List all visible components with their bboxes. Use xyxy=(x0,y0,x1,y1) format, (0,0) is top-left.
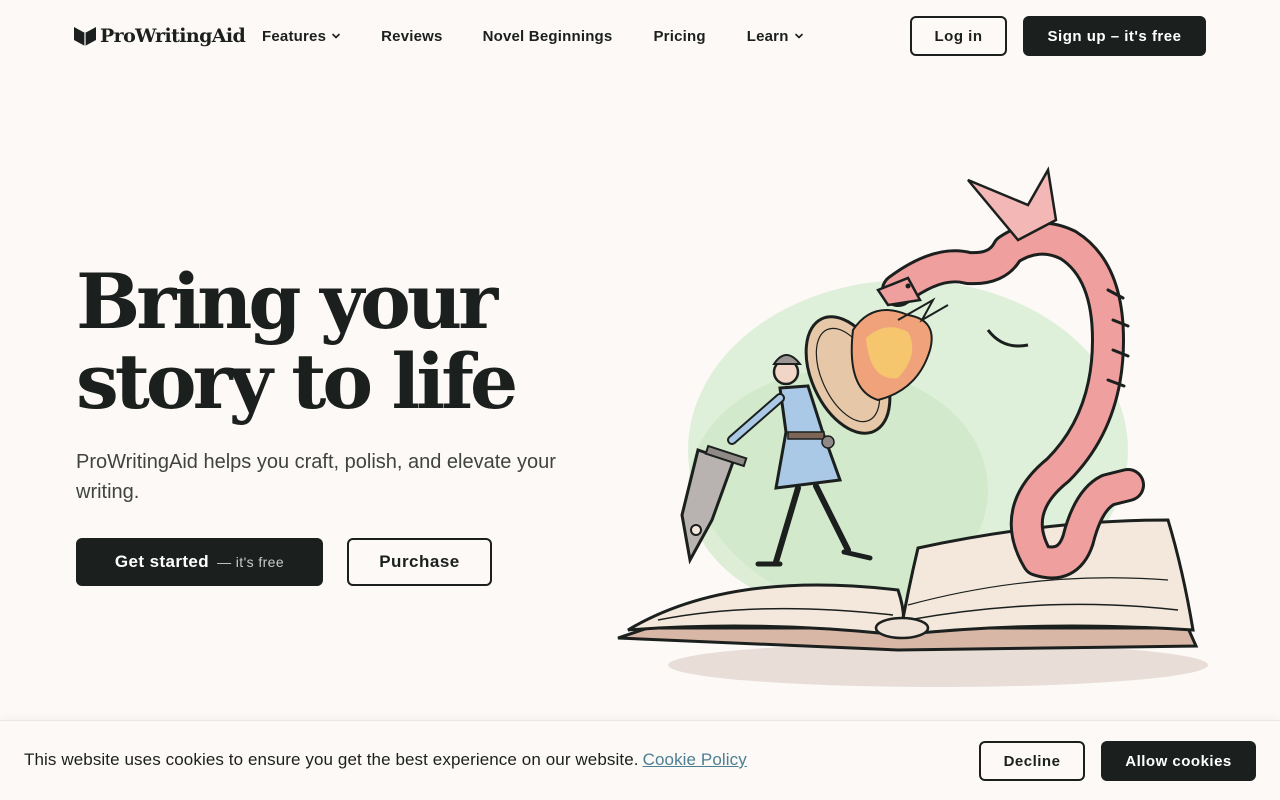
nav-item-label: Learn xyxy=(746,27,789,45)
brand-name: ProWritingAid xyxy=(100,25,246,47)
nav-item-pricing[interactable]: Pricing xyxy=(653,28,705,45)
nav-item-label: Reviews xyxy=(381,27,443,45)
purchase-button[interactable]: Purchase xyxy=(347,538,492,586)
get-started-free-note: — it's free xyxy=(217,554,285,570)
cookie-banner: This website uses cookies to ensure you … xyxy=(0,720,1280,800)
hero-title-line: Bring your xyxy=(76,257,498,346)
chevron-down-icon xyxy=(794,33,803,39)
get-started-label: Get started xyxy=(114,552,210,571)
nav-item-novel-beginnings[interactable]: Novel Beginnings xyxy=(483,28,613,45)
get-started-button[interactable]: Get started — it's free xyxy=(76,538,323,586)
cookie-message: This website uses cookies to ensure you … xyxy=(24,750,639,769)
hero-illustration xyxy=(608,150,1208,695)
cookie-message-row: This website uses cookies to ensure you … xyxy=(24,750,747,770)
hero-title: Bring your story to life xyxy=(76,262,596,422)
decline-cookies-button[interactable]: Decline xyxy=(979,741,1085,781)
main-nav: Features Reviews Novel Beginnings Pricin… xyxy=(262,26,804,46)
brand-logo[interactable]: ProWritingAid xyxy=(74,24,246,48)
knight-dragon-book-illustration xyxy=(617,166,1208,687)
nav-item-learn[interactable]: Learn xyxy=(747,28,804,45)
hero-title-line: story to life xyxy=(76,337,518,426)
allow-cookies-button[interactable]: Allow cookies xyxy=(1101,741,1256,781)
chevron-down-icon xyxy=(332,33,340,39)
nav-item-features[interactable]: Features xyxy=(262,28,341,45)
nav-item-label: Pricing xyxy=(653,27,706,45)
open-book-logo-icon xyxy=(74,27,96,46)
signup-button[interactable]: Sign up – it's free xyxy=(1023,16,1206,56)
cookie-policy-link[interactable]: Cookie Policy xyxy=(643,750,747,769)
nav-item-label: Features xyxy=(262,27,327,45)
nav-item-label: Novel Beginnings xyxy=(482,27,613,45)
hero-subtitle: ProWritingAid helps you craft, polish, a… xyxy=(76,451,556,503)
site-header: ProWritingAid Features Reviews Novel Beg… xyxy=(0,0,1280,72)
nav-item-reviews[interactable]: Reviews xyxy=(381,28,442,45)
login-button[interactable]: Log in xyxy=(910,16,1007,56)
